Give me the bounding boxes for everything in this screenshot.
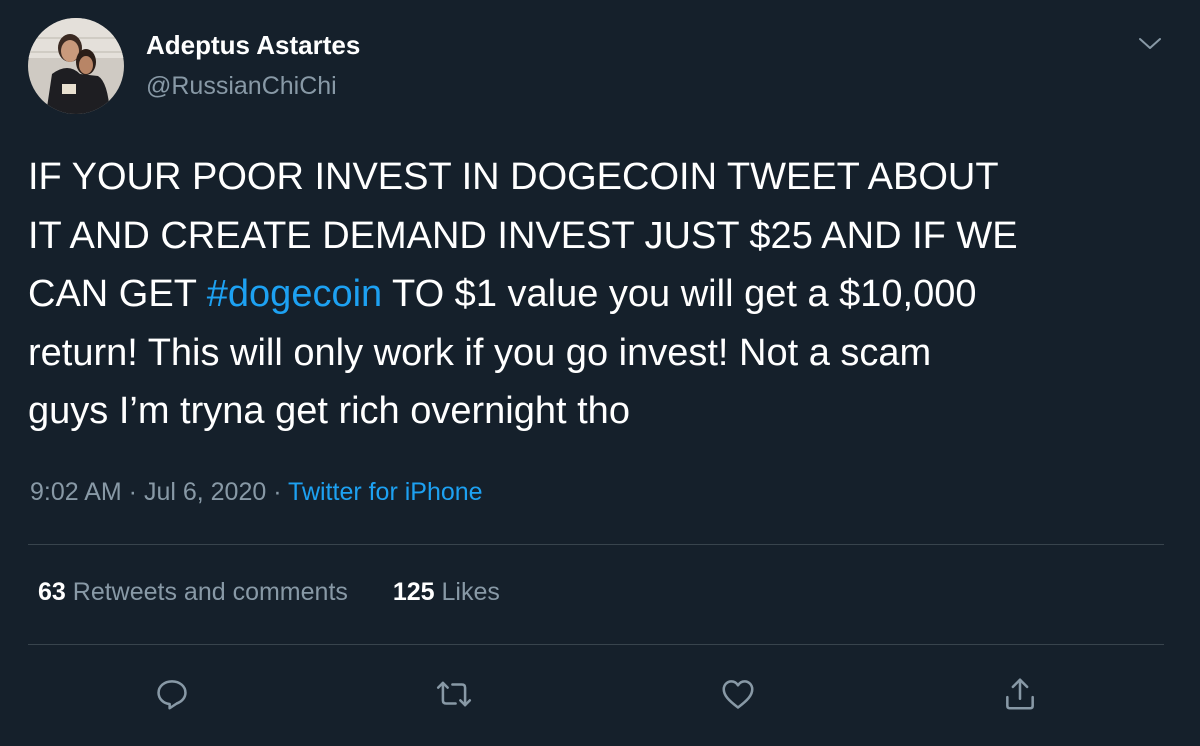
retweets-count: 63 bbox=[38, 578, 66, 606]
hashtag-link[interactable]: #dogecoin bbox=[207, 273, 382, 315]
tweet-date[interactable]: Jul 6, 2020 bbox=[144, 478, 266, 506]
display-name[interactable]: Adeptus Astartes bbox=[146, 30, 360, 61]
meta-separator: · bbox=[266, 478, 289, 506]
likes-count: 125 bbox=[392, 578, 435, 606]
tweet-time[interactable]: 9:02 AM bbox=[30, 478, 122, 506]
avatar[interactable] bbox=[28, 18, 124, 114]
retweet-icon bbox=[436, 681, 472, 707]
retweet-button[interactable] bbox=[432, 672, 476, 716]
share-button[interactable] bbox=[998, 672, 1042, 716]
tweet-source-link[interactable]: Twitter for iPhone bbox=[288, 478, 483, 506]
share-icon bbox=[1006, 678, 1034, 710]
retweets-label: Retweets and comments bbox=[72, 578, 348, 606]
reply-icon bbox=[157, 680, 187, 710]
divider bbox=[28, 544, 1164, 545]
likes-label: Likes bbox=[441, 578, 500, 606]
likes-stat[interactable]: 125 Likes bbox=[393, 578, 500, 606]
user-handle[interactable]: @RussianChiChi bbox=[146, 72, 337, 101]
action-bar bbox=[0, 672, 1200, 716]
tweet-stats: 63 Retweets and comments 125 Likes bbox=[38, 578, 538, 607]
chevron-down-icon[interactable] bbox=[1138, 32, 1162, 56]
tweet-metadata: 9:02 AM · Jul 6, 2020 · Twitter for iPho… bbox=[30, 478, 483, 507]
meta-separator: · bbox=[121, 478, 144, 506]
reply-button[interactable] bbox=[150, 672, 194, 716]
retweets-stat[interactable]: 63 Retweets and comments bbox=[38, 578, 348, 606]
heart-icon bbox=[722, 680, 754, 709]
divider bbox=[28, 644, 1164, 645]
tweet-text: IF YOUR POOR INVEST IN DOGECOIN TWEET AB… bbox=[28, 148, 1178, 441]
tweet-detail: Adeptus Astartes @RussianChiChi IF YOUR … bbox=[0, 0, 1200, 746]
like-button[interactable] bbox=[716, 672, 760, 716]
